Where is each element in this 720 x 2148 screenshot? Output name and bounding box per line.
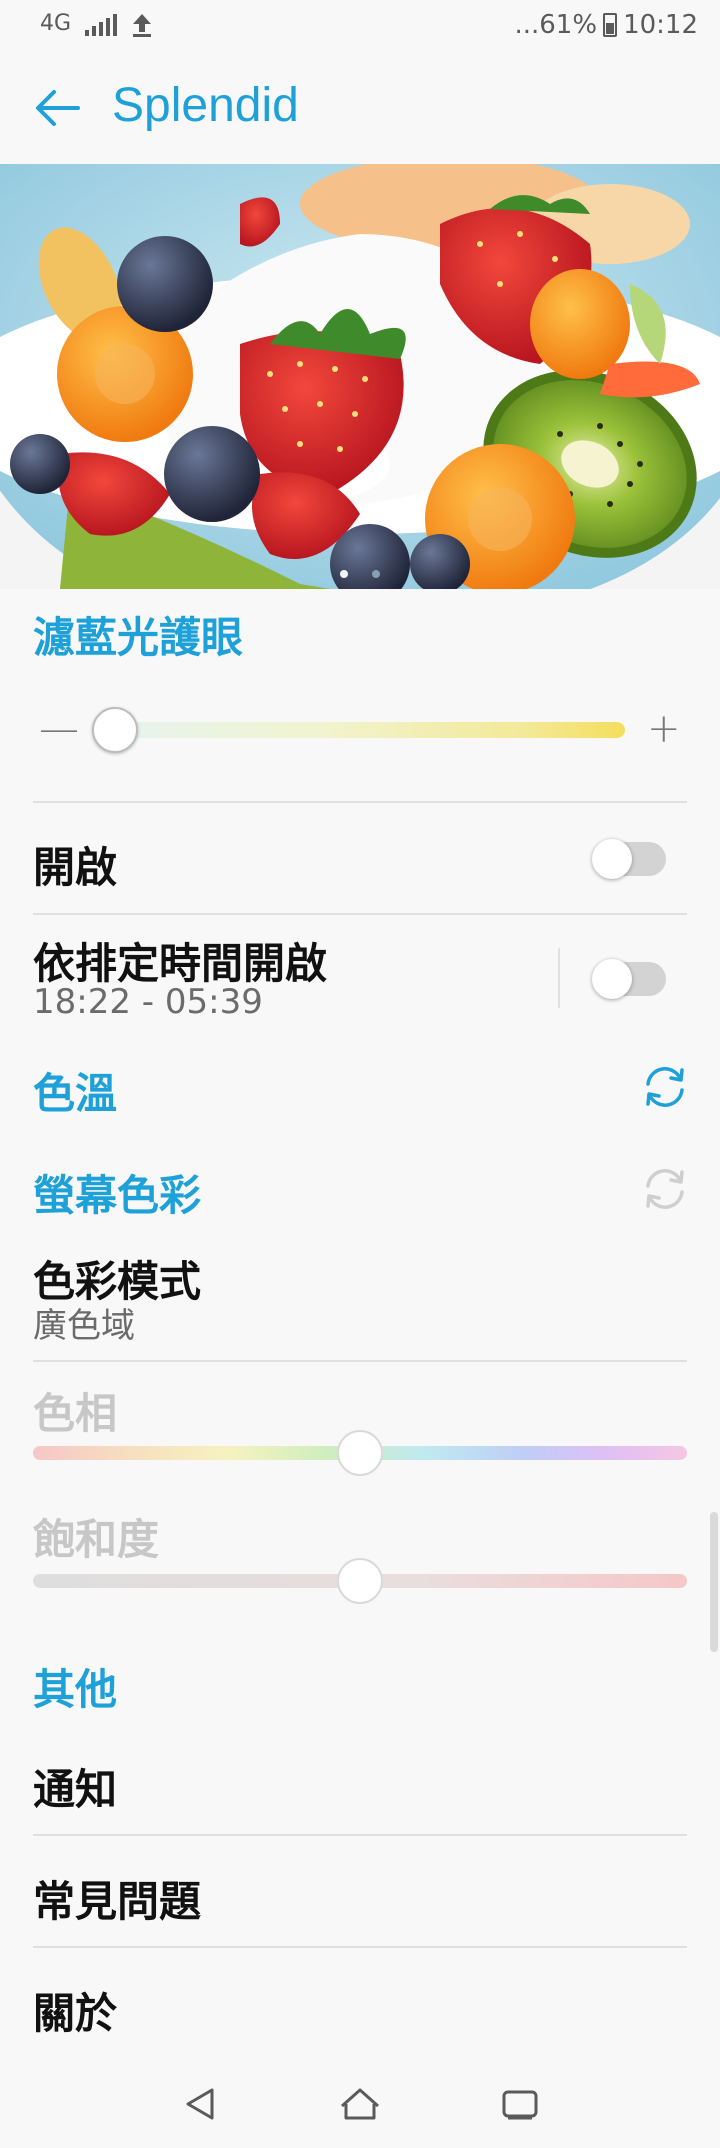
blue-light-slider[interactable]: — + [33, 700, 687, 760]
on-toggle[interactable] [592, 839, 666, 879]
divider [33, 801, 687, 803]
battery-icon [603, 13, 618, 37]
section-screen-color-title: 螢幕色彩 [33, 1171, 202, 1220]
schedule-time: 18:22 - 05:39 [33, 982, 263, 1022]
divider [33, 1360, 687, 1362]
scrollbar[interactable] [710, 1512, 718, 1652]
page-indicator [0, 570, 720, 578]
faq-item[interactable]: 常見問題 [33, 1868, 201, 1929]
color-mode-value: 廣色域 [33, 1306, 135, 1346]
page-title: Splendid [112, 79, 299, 132]
refresh-icon[interactable] [640, 1062, 690, 1112]
signal-icon [85, 14, 118, 36]
nav-home-icon[interactable] [334, 2078, 386, 2130]
saturation-thumb [337, 1558, 383, 1604]
section-blue-light-title: 濾藍光護眼 [33, 613, 244, 662]
page-dot-active [340, 570, 348, 578]
blue-light-thumb[interactable] [92, 707, 138, 753]
notifications-item[interactable]: 通知 [33, 1756, 117, 1817]
slider-decrease-icon[interactable]: — [39, 706, 79, 752]
section-other-title: 其他 [33, 1665, 118, 1714]
hue-thumb [337, 1430, 383, 1476]
battery-percent: ...61% [514, 10, 598, 40]
schedule-toggle[interactable] [592, 959, 666, 999]
on-label: 開啟 [33, 843, 118, 892]
divider [33, 1834, 687, 1836]
navigation-bar [0, 2060, 720, 2148]
toggle-knob [592, 959, 632, 999]
refresh-icon [646, 1169, 684, 1209]
blue-light-track[interactable] [115, 722, 625, 738]
upload-icon [133, 14, 152, 37]
clock: 10:12 [623, 10, 698, 40]
preview-image[interactable] [0, 164, 720, 589]
back-arrow-icon[interactable] [30, 80, 86, 136]
page-dot [372, 570, 380, 578]
hue-slider [33, 1430, 687, 1480]
saturation-slider [33, 1558, 687, 1608]
toggle-knob [592, 839, 632, 879]
slider-increase-icon[interactable]: + [647, 706, 681, 752]
about-item[interactable]: 關於 [33, 1980, 117, 2041]
app-bar: Splendid [0, 56, 720, 164]
network-type: 4G [40, 10, 72, 36]
divider [33, 1946, 687, 1948]
fruit-bowl-illustration [0, 164, 720, 589]
vertical-separator [558, 948, 560, 1008]
section-color-temp-title: 色溫 [33, 1069, 118, 1118]
divider [33, 913, 687, 915]
status-bar: 4G ...61% 10:12 [0, 0, 720, 56]
nav-recents-icon[interactable] [494, 2078, 546, 2130]
nav-back-icon[interactable] [174, 2078, 226, 2130]
